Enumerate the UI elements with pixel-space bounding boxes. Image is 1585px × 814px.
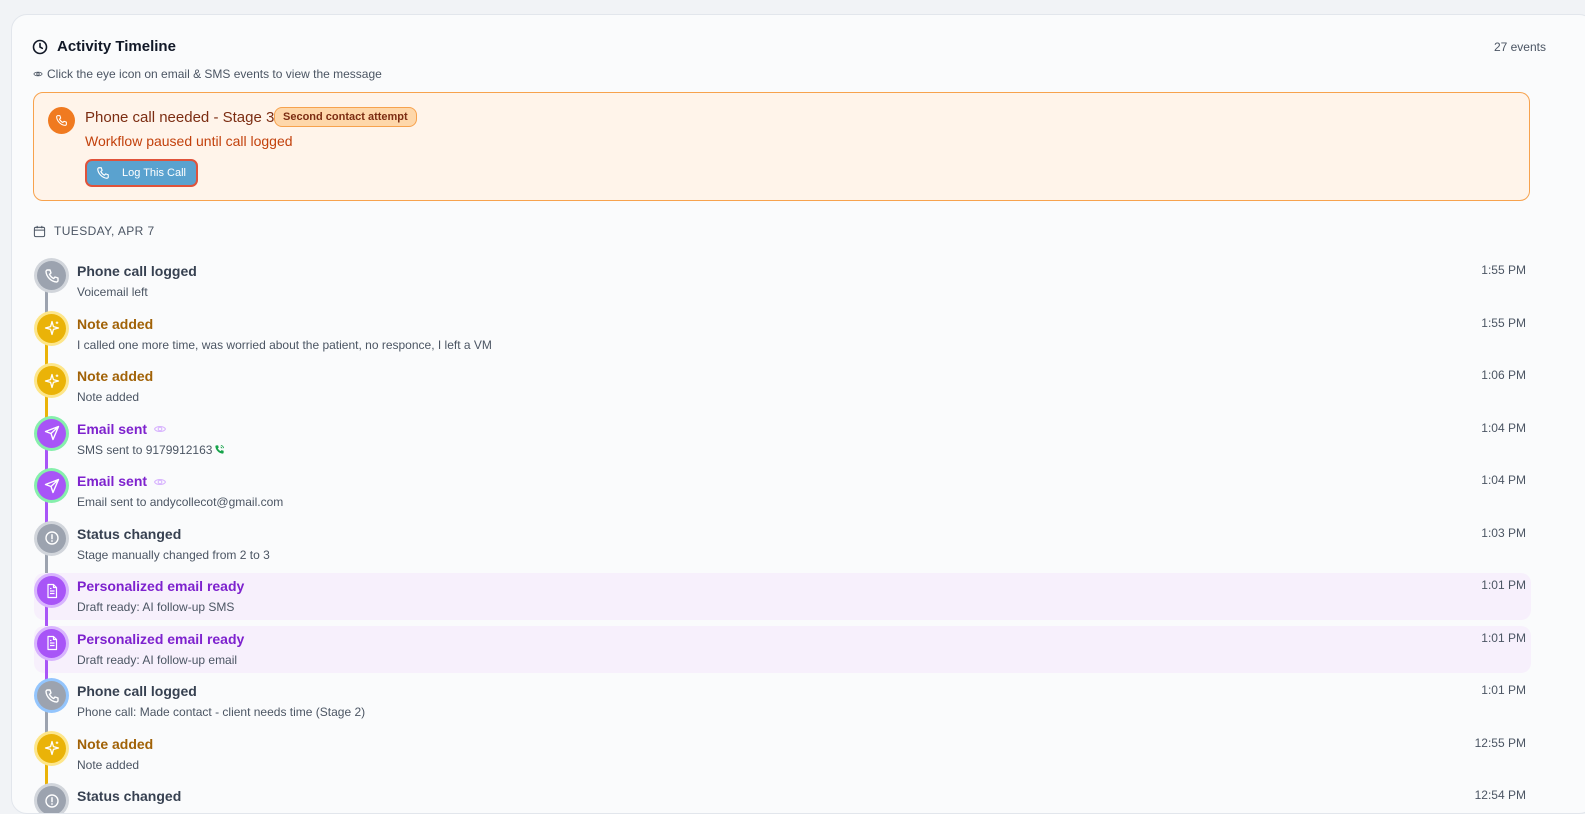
event-description: SMS sent to 9179912163 [77,443,225,457]
event-time: 1:01 PM [1481,578,1526,592]
hint-text: Click the eye icon on email & SMS events… [47,67,382,81]
timeline-event[interactable]: Phone call logged Phone call: Made contac… [34,678,1531,734]
activity-timeline-card: Activity Timeline 27 events Click the ey… [11,14,1585,814]
event-title: Email sent [77,421,167,438]
eye-hint: Click the eye icon on email & SMS events… [33,67,382,81]
event-title: Phone call logged [77,683,197,699]
timeline-event[interactable]: Note added Note added 1:06 PM [34,363,1531,419]
event-description: Email sent to andycollecot@gmail.com [77,495,284,509]
event-description: Note added [77,757,140,772]
phone-icon [215,444,225,454]
timeline-event[interactable]: Note added I called one more time, was wo… [34,310,1531,367]
event-description: Draft ready: AI follow-up email [77,652,238,667]
timeline-event[interactable]: Personalized email ready Draft ready: AI … [34,625,1531,682]
phone-icon [34,258,69,293]
event-title: Personalized email ready [77,630,245,647]
event-title: Personalized email ready [77,578,245,594]
alert-circle-icon [34,520,69,556]
alert-title: Phone call needed - Stage 3 [85,109,275,126]
event-time: 1:01 PM [1481,630,1526,645]
timeline-header: Activity Timeline 27 events [32,38,1546,62]
event-time: 12:55 PM [1474,735,1526,750]
send-icon [34,468,69,503]
event-description: Note added [77,390,140,404]
attempt-badge: Second contact attempt [274,107,417,127]
phone-icon [34,678,69,713]
date-group-header: TUESDAY, APR 7 [33,224,155,238]
event-title: Phone call logged [77,263,197,279]
event-title: Note added [77,735,154,752]
event-count: 27 events [1493,40,1546,54]
timeline-event[interactable]: Note added Note added 12:55 PM [34,730,1531,787]
event-time: 12:54 PM [1474,788,1526,802]
event-time: 1:06 PM [1481,368,1526,382]
log-call-label: Log This Call [122,167,186,179]
event-description: Stage manually changed from 2 to 3 [77,547,270,562]
event-title: Status changed [77,525,182,542]
event-time: 1:04 PM [1481,420,1526,435]
event-description: I called one more time, was worried abou… [77,337,492,352]
event-description: Voicemail left [77,285,148,299]
event-time: 1:01 PM [1481,683,1526,697]
alert-phone-icon [48,107,75,134]
clock-icon [32,39,48,55]
timeline-event[interactable]: Email sent SMS sent to 9179912163 1:04 PM [34,415,1531,472]
timeline-event[interactable]: Email sent Email sent to andycollecot@gma… [34,468,1531,524]
event-description: Phone call: Made contact - client needs … [77,705,366,719]
event-title: Status changed [77,788,182,804]
event-time: 1:03 PM [1481,525,1526,540]
event-time: 1:55 PM [1481,263,1526,277]
sparkle-icon [34,730,69,766]
event-title: Note added [77,315,154,332]
timeline-event[interactable]: Status changed Stage manually changed fro… [34,520,1531,577]
event-title: Email sent [77,473,167,490]
send-icon [34,415,69,451]
log-call-button[interactable]: Log This Call [85,159,198,187]
document-icon [34,573,69,608]
event-time: 1:04 PM [1481,473,1526,487]
event-time: 1:55 PM [1481,315,1526,330]
alert-subtitle: Workflow paused until call logged [85,133,293,149]
sparkle-icon [34,363,69,398]
eye-icon [33,71,43,77]
timeline-title: Activity Timeline [57,38,176,55]
sparkle-icon [34,310,69,346]
event-description: Draft ready: AI follow-up SMS [77,600,235,614]
event-title: Note added [77,368,154,384]
phone-icon [97,167,109,179]
calendar-icon [33,225,46,237]
date-label: TUESDAY, APR 7 [54,224,155,238]
eye-icon[interactable] [153,422,167,436]
timeline-event[interactable]: Phone call logged Voicemail left 1:55 PM [34,258,1531,314]
document-icon [34,625,69,661]
call-needed-alert: Phone call needed - Stage 3 Second conta… [33,92,1530,201]
eye-icon[interactable] [153,475,167,489]
timeline-event[interactable]: Personalized email ready Draft ready: AI … [34,573,1531,629]
